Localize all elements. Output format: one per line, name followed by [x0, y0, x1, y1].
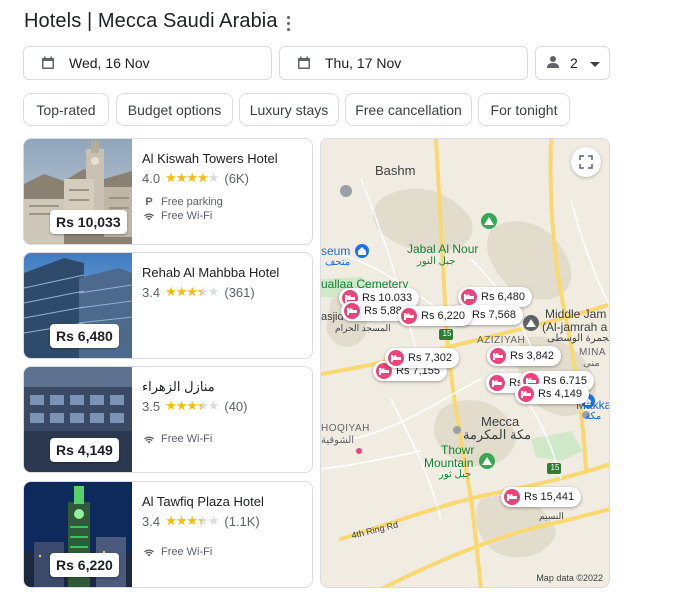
rating-value: 4.0 — [142, 170, 161, 186]
rating-value: 3.5 — [142, 398, 161, 414]
rating-value: 3.4 — [142, 284, 161, 300]
parking-icon: P — [145, 196, 153, 208]
page-title: Hotels | Mecca Saudi Arabia — [24, 10, 278, 32]
hotel-price-pin[interactable]: Rs 4,149 — [515, 384, 590, 404]
calendar-icon — [41, 56, 55, 70]
star-rating-icon: ★★★★★★★★★ — [165, 284, 219, 299]
map-label: HOQIYAH — [321, 423, 370, 434]
filter-chip-for-tonight[interactable]: For tonight — [478, 93, 570, 126]
map-panel[interactable]: Bashm Jabal Al Nour جبل النور seum متحف … — [320, 138, 610, 588]
hotel-price-pin[interactable]: Rs 15,441 — [501, 487, 582, 507]
price-badge: Rs 10,033 — [50, 210, 127, 234]
map-label: Thowr — [441, 443, 475, 457]
hotel-bed-icon — [489, 375, 505, 391]
highway-number: 15 — [550, 463, 560, 472]
guests-count: 2 — [570, 55, 578, 71]
checkout-date-value: Thu, 17 Nov — [325, 55, 402, 71]
hotel-photo: Rs 6,220 — [24, 482, 132, 587]
hotel-name: Al Kiswah Towers Hotel — [142, 151, 278, 166]
person-icon — [546, 55, 560, 72]
fullscreen-icon — [579, 155, 593, 169]
map-label: مكة — [585, 411, 602, 422]
hotel-feature: Free Wi-Fi — [142, 210, 212, 222]
map-label: Bashm — [375, 163, 416, 178]
hotel-card[interactable]: Rs 6,220 Al Tawfiq Plaza Hotel 3.4 ★ ★ ★ ★ ★… — [23, 481, 313, 588]
map-background — [321, 139, 609, 587]
guests-selector[interactable]: 2 — [535, 46, 610, 80]
map-label: منى — [583, 358, 600, 369]
review-count: (361) — [224, 284, 255, 300]
map-label: Jabal Al Nour — [407, 242, 479, 256]
hotel-bed-icon — [344, 303, 360, 319]
price-badge: Rs 4,149 — [50, 438, 119, 462]
hotel-rating: 3.5 ★★★★★★★★★ (40) — [142, 398, 247, 414]
map-label: MINA — [579, 347, 606, 358]
filter-chip-free-cancellation[interactable]: Free cancellation — [345, 93, 472, 126]
rating-value: 3.4 — [142, 513, 161, 529]
map-label: مكة المكرمة — [463, 427, 532, 442]
star-rating-icon: ★★★★★★★★★ — [165, 398, 219, 413]
checkin-date-value: Wed, 16 Nov — [69, 55, 150, 71]
hotel-name: Rehab Al Mahbba Hotel — [142, 265, 280, 280]
chevron-down-icon — [589, 55, 600, 71]
review-count: (6K) — [224, 170, 249, 186]
map-label: متحف — [325, 257, 351, 268]
hotel-feature: Free Wi-Fi — [142, 546, 212, 558]
hotel-photo: Rs 10,033 — [24, 139, 132, 244]
map-label: المسجد الحرام — [335, 323, 391, 333]
review-count: (40) — [224, 398, 248, 414]
map-label: الجمرة الوسطى — [547, 333, 610, 344]
hotel-name: Al Tawfiq Plaza Hotel — [142, 494, 264, 509]
hotel-rating: 3.4 ★★★★★★★★★ (361) — [142, 284, 255, 300]
hotel-name: منازل الزهراء — [142, 379, 215, 394]
hotel-bed-icon — [461, 289, 477, 305]
wifi-icon — [142, 548, 156, 557]
map-label: النسيم — [539, 511, 564, 521]
map-copyright: Map data ©2022 — [536, 573, 603, 583]
map-label: seum — [321, 244, 351, 258]
hotel-price-pin[interactable]: Rs 3,842 — [487, 346, 562, 366]
hotel-card[interactable]: Rs 4,149 منازل الزهراء 3.5 ★★★★★★★★★ (40… — [23, 366, 313, 473]
review-count: (1.1K) — [224, 513, 260, 529]
hotel-feature: P Free parking — [142, 196, 222, 208]
hotel-bed-icon — [401, 308, 417, 324]
filter-chip-luxury-stays[interactable]: Luxury stays — [239, 93, 339, 126]
hotel-bed-icon — [490, 348, 506, 364]
hotel-rating: 4.0 ★ ★ ★ ★ ★ ★ ★ ★ ★ (6K) — [142, 170, 249, 186]
wifi-icon — [142, 212, 156, 221]
hotel-card[interactable]: Rs 10,033 Al Kiswah Towers Hotel 4.0 ★ ★ ★… — [23, 138, 313, 245]
star-rating-icon: ★★★★★★★★★ — [165, 170, 219, 185]
map-label: Middle Jam — [545, 307, 607, 321]
hotel-bed-icon — [518, 386, 534, 402]
more-options-icon[interactable] — [281, 13, 295, 33]
checkin-date-field[interactable]: Wed, 16 Nov — [23, 46, 272, 80]
hotel-bed-icon — [504, 489, 520, 505]
hotel-feature: Free Wi-Fi — [142, 433, 212, 445]
map-label: AZIZIYAH — [477, 335, 526, 346]
highway-number: 15 — [442, 329, 452, 338]
price-badge: Rs 6,220 — [50, 553, 119, 577]
map-label: Mountain — [424, 456, 474, 470]
hotel-photo: Rs 6,480 — [24, 253, 132, 358]
map-label: جبل النور — [417, 256, 456, 267]
hotel-price-pin[interactable]: Rs 7,302 — [385, 348, 460, 368]
expand-map-button[interactable] — [571, 147, 601, 177]
filter-chip-top-rated[interactable]: Top-rated — [23, 93, 109, 126]
hotel-card[interactable]: Rs 6,480 Rehab Al Mahbba Hotel 3.4 ★ ★ ★ ★ ★… — [23, 252, 313, 359]
hotel-price-pin[interactable]: Rs 6,480 — [458, 287, 533, 307]
price-badge: Rs 6,480 — [50, 324, 119, 348]
hotel-price-pin[interactable]: Rs 6,220 — [398, 306, 473, 326]
checkout-date-field[interactable]: Thu, 17 Nov — [279, 46, 528, 80]
hotel-photo: Rs 4,149 — [24, 367, 132, 472]
wifi-icon — [142, 435, 156, 444]
filter-chip-budget-options[interactable]: Budget options — [116, 93, 233, 126]
star-rating-icon: ★★★★★★★★★ — [165, 513, 219, 528]
map-label: الشوقية — [321, 435, 355, 446]
map-label: (Al-jamrah a — [542, 320, 608, 334]
map-label: جبل ثور — [439, 469, 472, 480]
hotel-rating: 3.4 ★★★★★★★★★ (1.1K) — [142, 513, 260, 529]
hotel-bed-icon — [388, 350, 404, 366]
calendar-icon — [297, 56, 311, 70]
